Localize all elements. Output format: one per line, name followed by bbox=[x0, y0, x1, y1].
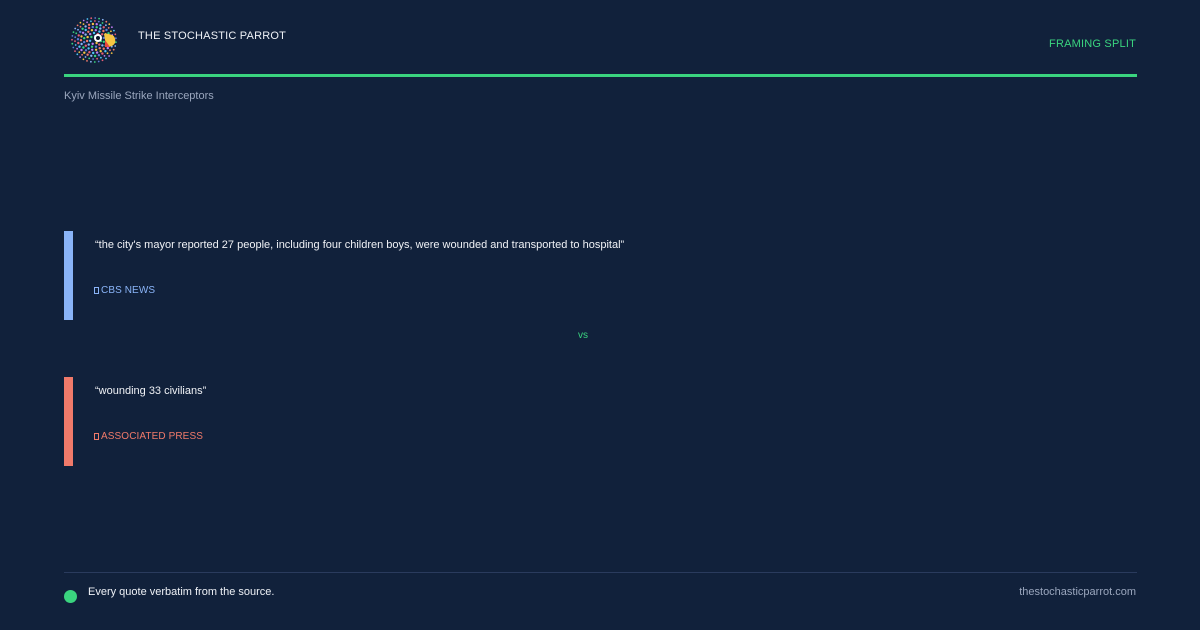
footer-site-link[interactable]: thestochasticparrot.com bbox=[1019, 586, 1136, 598]
versus-label: vs bbox=[578, 330, 588, 341]
source-icon bbox=[94, 433, 99, 440]
quote-text: “wounding 33 civilians” bbox=[95, 385, 207, 397]
header-divider bbox=[64, 74, 1137, 77]
brand-name: THE STOCHASTIC PARROT bbox=[138, 30, 287, 42]
source-icon bbox=[94, 287, 99, 294]
quote-card-cbs-news: “the city's mayor reported 27 people, in… bbox=[64, 231, 964, 320]
quote-text: “the city's mayor reported 27 people, in… bbox=[95, 239, 625, 251]
quote-source-cbs-news: CBS NEWS bbox=[94, 285, 155, 296]
parrot-logo-icon bbox=[71, 17, 117, 63]
status-dot-icon bbox=[64, 590, 77, 603]
framing-split-tag: FRAMING SPLIT bbox=[1049, 38, 1136, 50]
source-label: CBS NEWS bbox=[101, 285, 156, 296]
quote-source-associated-press: ASSOCIATED PRESS bbox=[94, 431, 203, 442]
source-label: ASSOCIATED PRESS bbox=[101, 431, 203, 442]
story-topic: Kyiv Missile Strike Interceptors bbox=[64, 90, 214, 102]
quote-card-associated-press: “wounding 33 civilians” ASSOCIATED PRESS bbox=[64, 377, 964, 466]
footer-note: Every quote verbatim from the source. bbox=[88, 586, 275, 598]
quote-accent-bar bbox=[64, 377, 73, 466]
footer-divider bbox=[64, 572, 1137, 573]
quote-accent-bar bbox=[64, 231, 73, 320]
